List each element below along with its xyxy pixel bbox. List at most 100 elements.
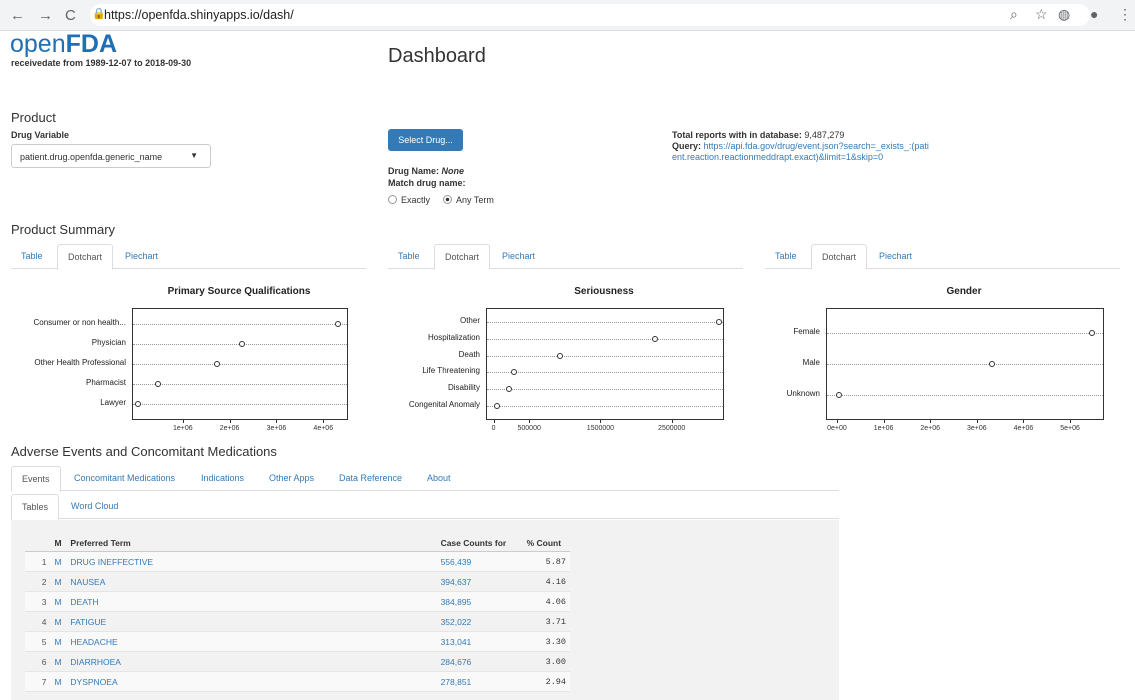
extension-icon[interactable]: ◍: [1058, 6, 1070, 23]
dotchart-primary-source: [132, 308, 348, 420]
row-index: 3: [25, 591, 51, 612]
address-bar[interactable]: 🔒 https://openfda.shinyapps.io/dash/: [90, 4, 1090, 26]
tab-table[interactable]: Table: [765, 244, 807, 268]
dot-guide-line: [487, 355, 723, 357]
table-row: 3 M DEATH 384,895 4.06: [25, 591, 570, 612]
zoom-icon[interactable]: ⌕: [1010, 6, 1018, 23]
tab-concomitant-medications[interactable]: Concomitant Medications: [64, 466, 185, 490]
category-label: Other Health Professional: [34, 358, 126, 367]
x-tick: [600, 419, 602, 423]
tab-table[interactable]: Table: [11, 244, 53, 268]
data-point: [335, 321, 342, 327]
chart-title: Gender: [946, 286, 982, 297]
tab-dotchart[interactable]: Dotchart: [434, 244, 491, 270]
radio-exactly[interactable]: Exactly: [388, 195, 430, 205]
tab-word-cloud[interactable]: Word Cloud: [61, 494, 128, 518]
tab-indications[interactable]: Indications: [191, 466, 254, 490]
meddra-link[interactable]: M: [50, 611, 67, 632]
dot-guide-line: [133, 364, 347, 365]
tab-piechart[interactable]: Piechart: [115, 244, 168, 268]
category-label: Congenital Anomaly: [408, 400, 480, 410]
adverse-tabs: Events Concomitant Medications Indicatio…: [11, 466, 839, 492]
table-row: 7 M DYSPNOEA 278,851 2.94: [25, 671, 570, 692]
drug-variable-label: Drug Variable: [11, 130, 70, 140]
preferred-term-link[interactable]: DEATH: [66, 591, 437, 612]
case-count-link[interactable]: 384,895: [436, 591, 523, 612]
category-label: Consumer or non health...: [33, 318, 127, 327]
x-tick-label: 0: [491, 425, 496, 432]
drug-name: Drug Name: None: [388, 166, 465, 176]
case-count-link[interactable]: 313,041: [436, 631, 523, 652]
page-title: Dashboard: [388, 45, 486, 67]
percent-count: 2.94: [522, 671, 570, 692]
preferred-term-link[interactable]: DIARRHOEA: [66, 651, 437, 672]
x-tick: [976, 419, 978, 423]
percent-count: 3.00: [522, 651, 570, 672]
star-icon[interactable]: ☆: [1035, 6, 1048, 23]
preferred-term-link[interactable]: NAUSEA: [66, 571, 437, 592]
case-count-link[interactable]: 352,022: [436, 611, 523, 632]
tab-events[interactable]: Events: [11, 466, 61, 492]
tab-table[interactable]: Table: [388, 244, 430, 268]
back-button[interactable]: ←: [10, 7, 25, 24]
x-tick: [182, 419, 184, 423]
tab-dotchart[interactable]: Dotchart: [811, 244, 868, 270]
forward-button[interactable]: →: [38, 7, 53, 24]
profile-icon[interactable]: ●: [1090, 6, 1098, 22]
tab-about[interactable]: About: [417, 466, 461, 490]
menu-icon[interactable]: ⋮: [1118, 6, 1132, 23]
meddra-link[interactable]: M: [50, 591, 67, 612]
meddra-link[interactable]: M: [50, 671, 67, 692]
dot-guide-line: [133, 324, 347, 325]
tab-data-reference[interactable]: Data Reference: [329, 466, 412, 490]
category-label: Disability: [447, 383, 480, 393]
category-label: Female: [793, 326, 820, 336]
select-drug-button[interactable]: Select Drug...: [388, 129, 463, 151]
row-index: 6: [25, 651, 51, 672]
x-tick: [529, 419, 531, 423]
summary-tabs-2: Table Dotchart Piechart: [388, 244, 743, 270]
browser-toolbar: ← → C 🔒 https://openfda.shinyapps.io/das…: [0, 0, 1135, 31]
col-percent-count[interactable]: % Count: [522, 534, 570, 552]
table-row: 1 M DRUG INEFFECTIVE 556,439 5.87: [25, 551, 570, 572]
data-point: [155, 381, 162, 387]
dot-guide-line: [487, 389, 723, 391]
case-count-link[interactable]: 556,439: [436, 551, 523, 572]
category-label: Physician: [91, 338, 126, 347]
case-count-link[interactable]: 394,637: [436, 571, 523, 592]
data-point: [716, 318, 722, 325]
tab-piechart[interactable]: Piechart: [869, 244, 922, 268]
tab-dotchart[interactable]: Dotchart: [57, 244, 114, 270]
x-tick: [930, 419, 932, 423]
preferred-term-link[interactable]: DRUG INEFFECTIVE: [66, 551, 437, 572]
tab-piechart[interactable]: Piechart: [492, 244, 545, 268]
data-point: [836, 392, 843, 399]
meddra-link[interactable]: M: [50, 551, 67, 572]
page: openFDA receivedate from 1989-12-07 to 2…: [0, 30, 1135, 700]
tab-other-apps[interactable]: Other Apps: [259, 466, 324, 490]
meddra-link[interactable]: M: [50, 571, 67, 592]
case-count-link[interactable]: 284,676: [436, 651, 523, 672]
event-subtabs: Tables Word Cloud: [11, 494, 839, 520]
preferred-term-link[interactable]: DYSPNOEA: [66, 671, 437, 692]
x-tick-label: 0e+00: [827, 425, 847, 432]
preferred-term-link[interactable]: HEADACHE: [66, 631, 437, 652]
col-case-counts[interactable]: Case Counts for: [436, 534, 523, 552]
x-tick-label: 4e+06: [313, 425, 334, 432]
x-tick: [1070, 419, 1072, 423]
tab-tables[interactable]: Tables: [11, 494, 60, 520]
reload-button[interactable]: C: [65, 7, 76, 24]
meddra-link[interactable]: M: [50, 631, 67, 652]
radio-any-term[interactable]: Any Term: [443, 195, 494, 205]
query-link[interactable]: https://api.fda.gov/drug/event.json?sear…: [672, 141, 929, 162]
category-label: Death: [458, 349, 480, 359]
col-m[interactable]: M: [50, 534, 67, 552]
col-preferred-term[interactable]: Preferred Term: [66, 534, 437, 552]
drug-variable-select[interactable]: patient.drug.openfda.generic_name ▼: [11, 144, 211, 168]
preferred-term-link[interactable]: FATIGUE: [66, 611, 437, 632]
meddra-link[interactable]: M: [50, 651, 67, 672]
dot-guide-line: [827, 364, 1103, 365]
row-index: 7: [25, 671, 51, 692]
case-count-link[interactable]: 278,851: [436, 671, 523, 692]
x-tick: [1023, 419, 1025, 423]
